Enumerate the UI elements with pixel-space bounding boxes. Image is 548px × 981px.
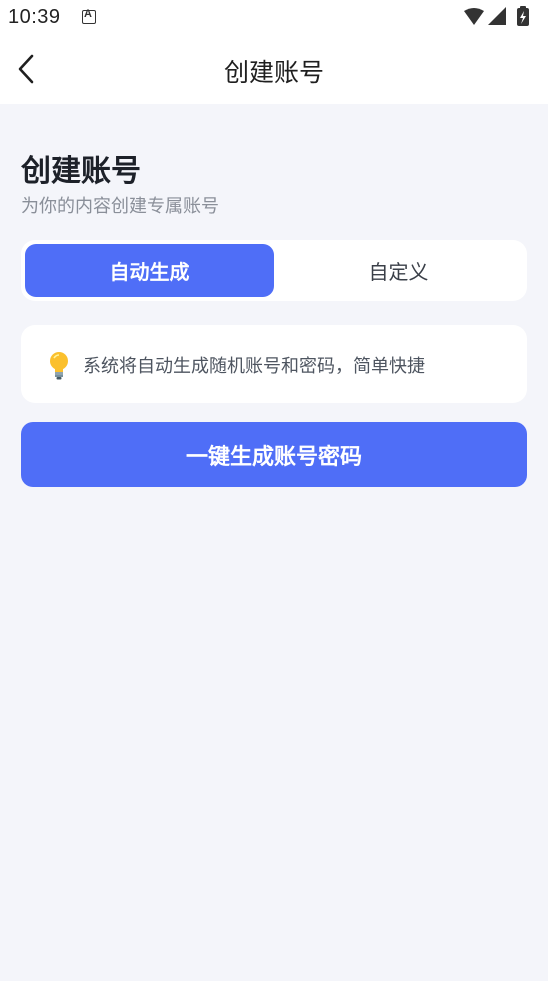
status-bar: 10:39 — [0, 0, 548, 34]
generate-account-button[interactable]: 一键生成账号密码 — [21, 422, 527, 487]
section-heading: 创建账号 — [21, 154, 141, 189]
tab-custom[interactable]: 自定义 — [274, 244, 523, 297]
page-title: 创建账号 — [223, 58, 324, 87]
header-bar: 创建账号 — [0, 34, 548, 104]
mode-tabs: 自动生成 自定义 — [21, 240, 527, 301]
text-a-icon — [82, 8, 96, 24]
info-text: 系统将自动生成随机账号和密码，简单快捷 — [83, 356, 425, 377]
tab-custom-label: 自定义 — [368, 260, 429, 284]
tab-auto-generate[interactable]: 自动生成 — [25, 244, 274, 297]
info-card: 系统将自动生成随机账号和密码，简单快捷 — [21, 325, 527, 403]
battery-charging-icon — [517, 6, 529, 26]
status-icons — [464, 6, 529, 26]
section-subtitle: 为你的内容创建专属账号 — [21, 196, 219, 217]
lightbulb-icon — [50, 352, 68, 380]
generate-account-button-label: 一键生成账号密码 — [185, 444, 362, 470]
cellular-signal-icon — [488, 7, 506, 25]
tab-auto-generate-label: 自动生成 — [109, 260, 190, 284]
wifi-icon — [464, 8, 484, 25]
status-time: 10:39 — [8, 6, 61, 28]
